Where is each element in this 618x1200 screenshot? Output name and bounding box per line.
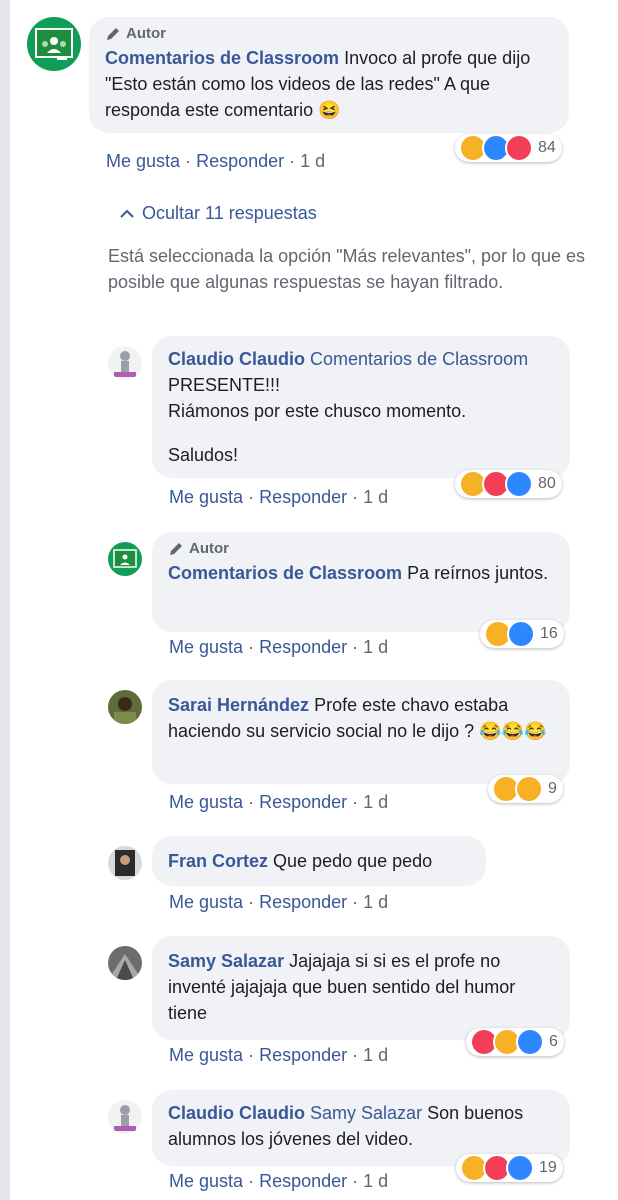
love-reaction-icon (505, 134, 533, 162)
reply-actions: Me gusta · Responder · 1 d (169, 1171, 389, 1191)
reply-bubble: Autor Comentarios de Classroom Pa reírno… (152, 532, 570, 632)
classroom-avatar[interactable] (108, 542, 142, 576)
like-button[interactable]: Me gusta (169, 487, 243, 507)
reply-bubble: Samy Salazar Jajajaja si si es el profe … (152, 936, 570, 1040)
relevance-notice: Está seleccionada la opción "Más relevan… (108, 246, 586, 292)
reaction-count: 9 (548, 780, 557, 797)
pencil-icon (170, 543, 182, 555)
reply-button[interactable]: Responder (259, 637, 347, 657)
reply-bubble: Fran Cortez Que pedo que pedo (152, 836, 486, 886)
reply-button[interactable]: Responder (259, 1171, 347, 1191)
reply-actions: Me gusta · Responder · 1 d (169, 1045, 389, 1065)
timestamp[interactable]: 1 d (363, 1171, 388, 1191)
reply-author[interactable]: Comentarios de Classroom (168, 563, 402, 583)
user-avatar[interactable] (108, 346, 142, 380)
like-reaction-icon (506, 1154, 534, 1182)
mention-link[interactable]: Samy Salazar (310, 1103, 422, 1123)
author-badge: Autor (168, 540, 554, 558)
reaction-count: 6 (549, 1033, 558, 1050)
reaction-summary[interactable]: 80 (455, 470, 562, 498)
comment-author[interactable]: Comentarios de Classroom (105, 48, 339, 68)
comment-actions: Me gusta · Responder · 1 d (106, 151, 326, 171)
reply-author[interactable]: Claudio Claudio (168, 349, 305, 369)
reply-button[interactable]: Responder (259, 1045, 347, 1065)
thread-line (0, 0, 10, 1200)
like-button[interactable]: Me gusta (169, 1045, 243, 1065)
reply-button[interactable]: Responder (259, 792, 347, 812)
reply-actions: Me gusta · Responder · 1 d (169, 792, 389, 812)
hide-replies-button[interactable]: Ocultar 11 respuestas (120, 203, 317, 224)
timestamp[interactable]: 1 d (300, 151, 325, 171)
reply-button[interactable]: Responder (196, 151, 284, 171)
reply-actions: Me gusta · Responder · 1 d (169, 892, 389, 912)
like-button[interactable]: Me gusta (169, 892, 243, 912)
author-badge: Autor (105, 25, 553, 43)
reply-bubble: Claudio Claudio Comentarios de Classroom… (152, 336, 570, 478)
reaction-count: 80 (538, 475, 556, 492)
classroom-avatar[interactable] (27, 17, 81, 71)
reply-button[interactable]: Responder (259, 892, 347, 912)
reaction-summary[interactable]: 9 (488, 775, 563, 803)
reply-text: Pa reírnos juntos. (407, 563, 549, 583)
reply-actions: Me gusta · Responder · 1 d (169, 487, 389, 507)
user-avatar[interactable] (108, 1100, 142, 1134)
timestamp[interactable]: 1 d (363, 892, 388, 912)
timestamp[interactable]: 1 d (363, 1045, 388, 1065)
reaction-summary[interactable]: 16 (480, 620, 564, 648)
mention-link[interactable]: Comentarios de Classroom (310, 349, 528, 369)
reaction-summary[interactable]: 19 (456, 1154, 563, 1182)
reply-text: Que pedo que pedo (273, 851, 433, 871)
timestamp[interactable]: 1 d (363, 792, 388, 812)
like-button[interactable]: Me gusta (169, 637, 243, 657)
reply-author[interactable]: Claudio Claudio (168, 1103, 305, 1123)
reaction-summary[interactable]: 6 (466, 1028, 564, 1056)
reaction-count: 19 (539, 1159, 557, 1176)
like-button[interactable]: Me gusta (169, 1171, 243, 1191)
like-reaction-icon (507, 620, 535, 648)
like-button[interactable]: Me gusta (169, 792, 243, 812)
chevron-up-icon (120, 209, 134, 218)
user-avatar[interactable] (108, 846, 142, 880)
user-avatar[interactable] (108, 690, 142, 724)
reaction-summary[interactable]: 84 (455, 134, 562, 162)
reply-actions: Me gusta · Responder · 1 d (169, 637, 389, 657)
timestamp[interactable]: 1 d (363, 487, 388, 507)
like-button[interactable]: Me gusta (106, 151, 180, 171)
timestamp[interactable]: 1 d (363, 637, 388, 657)
reply-author[interactable]: Fran Cortez (168, 851, 268, 871)
user-avatar[interactable] (108, 946, 142, 980)
reply-text: Riámonos por este chusco momento. (168, 401, 467, 421)
like-reaction-icon (516, 1028, 544, 1056)
reply-text: Saludos! (168, 445, 239, 465)
main-comment-bubble: Autor Comentarios de Classroom Invoco al… (89, 17, 569, 133)
reply-author[interactable]: Sarai Hernández (168, 695, 309, 715)
reply-button[interactable]: Responder (259, 487, 347, 507)
pencil-icon (107, 28, 119, 40)
reaction-count: 16 (540, 625, 558, 642)
reply-author[interactable]: Samy Salazar (168, 951, 284, 971)
reaction-count: 84 (538, 139, 556, 156)
like-reaction-icon (505, 470, 533, 498)
wow-reaction-icon (515, 775, 543, 803)
reply-bubble: Sarai Hernández Profe este chavo estaba … (152, 680, 570, 784)
